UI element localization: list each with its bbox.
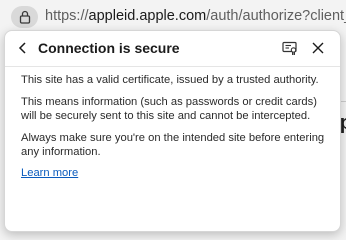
url-field[interactable]: https://appleid.apple.com/auth/authorize… [45,8,346,24]
browser-window: https://appleid.apple.com/auth/authorize… [0,0,346,240]
popup-header: Connection is secure [5,31,340,67]
caution-text: Always make sure you're on the intended … [21,132,325,158]
close-icon [312,42,324,54]
back-button[interactable] [14,39,32,57]
back-arrow-icon [18,42,26,54]
connection-security-popup: Connection is secure This site has a val… [4,30,341,232]
url-prefix: https:// [45,8,89,24]
certificate-icon [282,41,297,55]
close-button[interactable] [308,38,328,58]
certificate-status-text: This site has a valid certificate, issue… [21,74,319,86]
site-info-button[interactable] [11,6,38,28]
certificate-button[interactable] [281,39,299,57]
lock-icon [19,10,30,24]
secure-info-text: This means information (such as password… [21,96,317,122]
address-bar: https://appleid.apple.com/auth/authorize… [0,0,346,34]
url-path: /auth/authorize?client_id=com. [206,8,346,24]
header-divider [5,66,340,67]
url-host: appleid.apple.com [88,8,207,24]
learn-more-link[interactable]: Learn more [21,167,78,179]
popup-title: Connection is secure [38,40,180,56]
